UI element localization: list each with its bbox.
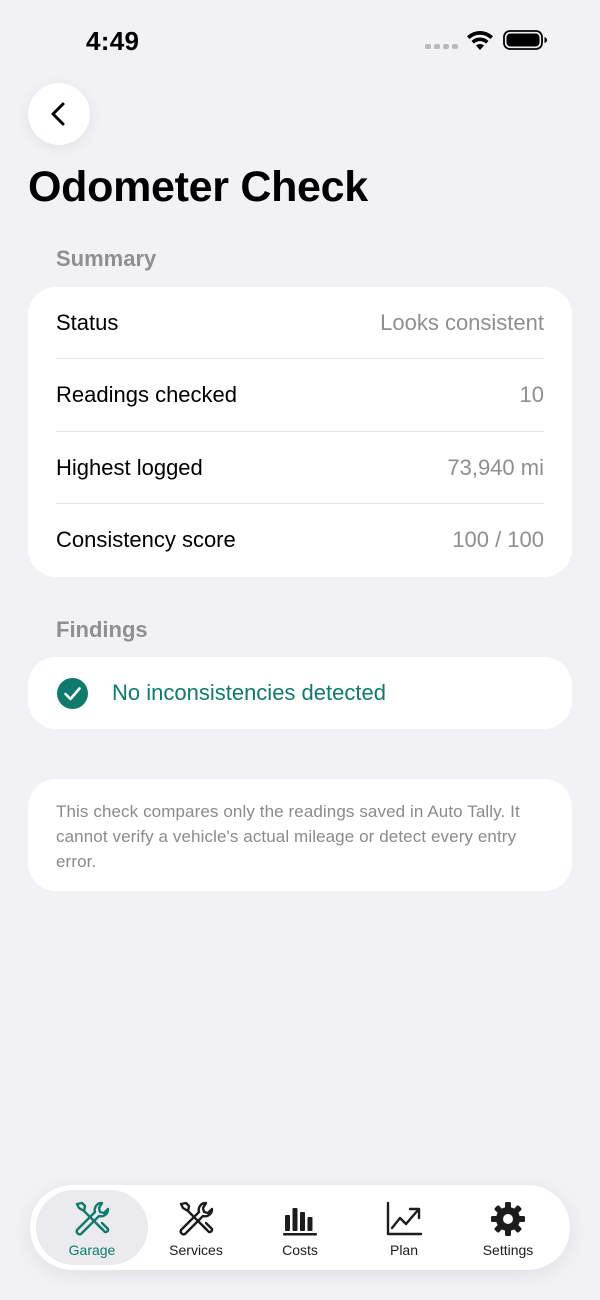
- status-time: 4:49: [86, 26, 140, 56]
- cellular-signal-icon: [425, 44, 458, 49]
- tab-bar: Garage Services Costs Plan Settings: [30, 1185, 570, 1270]
- tab-garage[interactable]: Garage: [36, 1190, 148, 1265]
- tab-settings[interactable]: Settings: [452, 1190, 564, 1265]
- tab-label: Settings: [482, 1242, 534, 1258]
- back-button[interactable]: [28, 83, 90, 145]
- tab-costs[interactable]: Costs: [244, 1190, 356, 1265]
- gear-icon: [491, 1202, 525, 1236]
- status-bar: 4:49: [0, 0, 600, 80]
- finding-message: No inconsistencies detected: [112, 680, 386, 705]
- highest-logged-row: Highest logged 73,940 mi: [56, 432, 544, 504]
- disclaimer-card: This check compares only the readings sa…: [28, 779, 572, 891]
- tab-label: Costs: [282, 1242, 318, 1258]
- row-label: Highest logged: [56, 455, 203, 480]
- disclaimer-text: This check compares only the readings sa…: [56, 802, 520, 871]
- row-value: 100 / 100: [452, 527, 544, 552]
- row-value: 73,940 mi: [447, 455, 544, 480]
- findings-card: No inconsistencies detected: [28, 657, 572, 729]
- wifi-icon: [467, 30, 493, 50]
- consistency-score-row: Consistency score 100 / 100: [56, 504, 544, 576]
- row-label: Consistency score: [56, 527, 236, 552]
- battery-icon: [503, 30, 547, 50]
- chevron-left-icon: [51, 102, 65, 126]
- tab-label: Services: [169, 1242, 223, 1258]
- row-value: Looks consistent: [380, 310, 544, 335]
- row-label: Readings checked: [56, 382, 238, 407]
- bar-chart-icon: [283, 1208, 317, 1236]
- summary-section-header: Summary: [56, 246, 157, 271]
- checkmark-circle-icon: [57, 677, 88, 709]
- tab-plan[interactable]: Plan: [348, 1190, 460, 1265]
- tab-label: Garage: [68, 1242, 116, 1258]
- status-row: Status Looks consistent: [56, 287, 544, 359]
- row-label: Status: [56, 310, 119, 335]
- tab-services[interactable]: Services: [140, 1190, 252, 1265]
- tab-label: Plan: [389, 1242, 419, 1258]
- row-value: 10: [519, 382, 544, 407]
- page-title: Odometer Check: [28, 163, 368, 211]
- findings-section-header: Findings: [56, 617, 148, 642]
- readings-checked-row: Readings checked 10: [56, 359, 544, 431]
- summary-card: Status Looks consistent Readings checked…: [28, 287, 572, 577]
- wrench-screwdriver-icon: [75, 1201, 110, 1236]
- wrench-screwdriver-icon: [179, 1201, 214, 1236]
- trend-chart-icon: [386, 1201, 423, 1236]
